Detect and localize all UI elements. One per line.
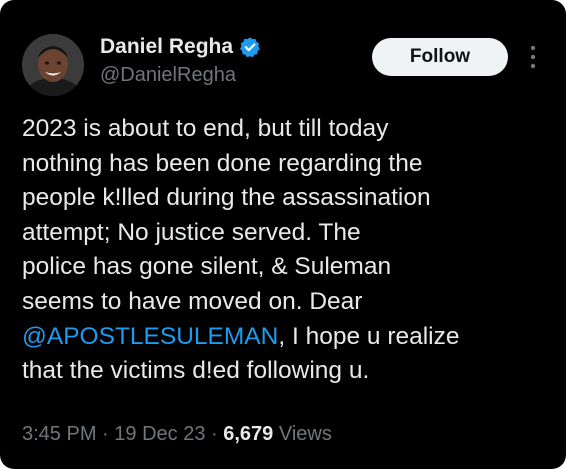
tweet-line: 2023 is about to end, but till today [22, 115, 389, 142]
follow-button[interactable]: Follow [372, 38, 508, 76]
tweet-card: Daniel Regha @DanielRegha Follow 2023 is… [0, 0, 566, 469]
author-display-name[interactable]: Daniel Regha [100, 34, 233, 60]
tweet-line: that the victims d!ed following u. [22, 357, 370, 385]
tweet-line-text: , I hope u realize [278, 322, 460, 350]
meta-separator: · [205, 423, 224, 445]
tweet-line: attempt; No justice served. The [22, 218, 361, 246]
tweet-line: @APOSTLESULEMAN, I hope u realize [22, 320, 552, 355]
tweet-line: seems to have moved on. Dear [22, 287, 363, 315]
tweet-date[interactable]: 19 Dec 23 [114, 423, 205, 445]
author-handle[interactable]: @DanielRegha [100, 63, 236, 87]
meta-separator: · [96, 423, 115, 445]
tweet-line: police has gone silent, & Suleman [22, 253, 392, 281]
profile-photo [22, 34, 84, 96]
author-avatar[interactable] [22, 34, 84, 96]
tweet-meta: 3:45 PM · 19 Dec 23 · 6,679 Views [22, 420, 332, 448]
verified-badge-icon [240, 37, 260, 58]
mention-link[interactable]: @APOSTLESULEMAN [22, 323, 278, 350]
tweet-line: people k!lled during the assassination [22, 184, 431, 212]
author-name-row: Daniel Regha [100, 34, 261, 60]
tweet-text: 2023 is about to end, but till today not… [22, 112, 552, 389]
tweet-line: nothing has been done regarding the [22, 149, 423, 177]
tweet-time[interactable]: 3:45 PM [22, 423, 96, 445]
views-label: Views [273, 423, 332, 445]
more-vertical-icon[interactable] [527, 42, 539, 72]
views-count: 6,679 [223, 423, 274, 445]
